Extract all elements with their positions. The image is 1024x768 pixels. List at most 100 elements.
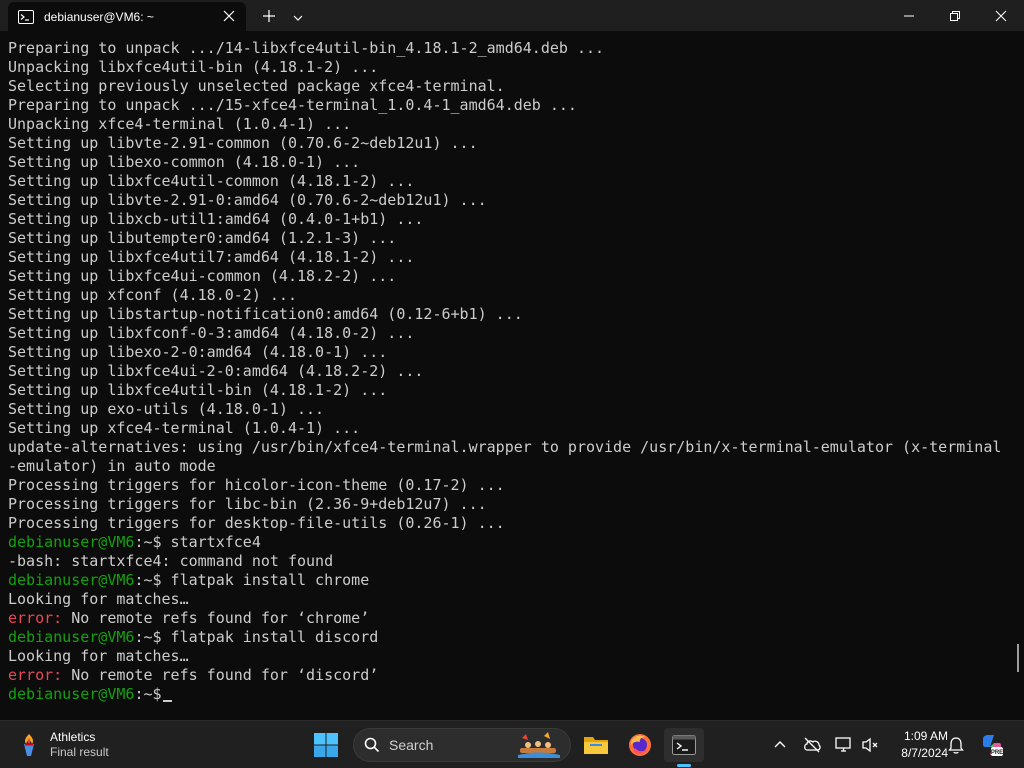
terminal-text: Setting up libvte-2.91-common (0.70.6-2~… — [8, 134, 478, 152]
terminal-app-button[interactable] — [664, 728, 704, 762]
terminal-text: Processing triggers for hicolor-icon-the… — [8, 476, 505, 494]
terminal-text: Setting up libvte-2.91-0:amd64 (0.70.6-2… — [8, 191, 487, 209]
terminal-line: Looking for matches… — [8, 590, 1024, 609]
terminal-line: Setting up libxfce4ui-common (4.18.2-2) … — [8, 267, 1024, 286]
terminal-line: Setting up xfce4-terminal (1.0.4-1) ... — [8, 419, 1024, 438]
terminal-text: update-alternatives: using /usr/bin/xfce… — [8, 438, 1002, 456]
maximize-button[interactable] — [932, 0, 978, 31]
terminal-tab[interactable]: debianuser@VM6: ~ — [8, 2, 246, 31]
terminal-text: Setting up libexo-common (4.18.0-1) ... — [8, 153, 361, 171]
close-window-button[interactable] — [978, 0, 1024, 31]
terminal-cursor — [162, 700, 172, 702]
prompt-user-host: debianuser@VM6 — [8, 533, 135, 551]
prompt-user-host: debianuser@VM6 — [8, 571, 135, 589]
terminal-line: Unpacking xfce4-terminal (1.0.4-1) ... — [8, 115, 1024, 134]
terminal-line: Setting up libexo-2-0:amd64 (4.18.0-1) .… — [8, 343, 1024, 362]
new-tab-icon[interactable] — [262, 8, 276, 22]
terminal-line: Setting up libxfce4util-common (4.18.1-2… — [8, 172, 1024, 191]
terminal-line: Selecting previously unselected package … — [8, 77, 1024, 96]
terminal-text: Unpacking libxfce4util-bin (4.18.1-2) ..… — [8, 58, 379, 76]
terminal-text: Selecting previously unselected package … — [8, 77, 505, 95]
terminal-text: :~$ — [134, 685, 162, 703]
terminal-line: Setting up libxfce4util-bin (4.18.1-2) .… — [8, 381, 1024, 400]
taskbar: Athletics Final result Search 1:09 AM 8/… — [0, 720, 1024, 768]
terminal-output[interactable]: Preparing to unpack .../14-libxfce4util-… — [0, 31, 1024, 720]
terminal-text: Unpacking xfce4-terminal (1.0.4-1) ... — [8, 115, 352, 133]
terminal-line: Setting up libexo-common (4.18.0-1) ... — [8, 153, 1024, 172]
terminal-icon — [18, 9, 34, 24]
terminal-line: Setting up libxfce4ui-2-0:amd64 (4.18.2-… — [8, 362, 1024, 381]
terminal-line: Processing triggers for desktop-file-uti… — [8, 514, 1024, 533]
terminal-text: Setting up libxfce4util7:amd64 (4.18.1-2… — [8, 248, 415, 266]
torch-icon — [24, 734, 34, 756]
terminal-text: Setting up libexo-2-0:amd64 (4.18.0-1) .… — [8, 343, 388, 361]
terminal-line: debianuser@VM6:~$ flatpak install discor… — [8, 628, 1024, 647]
cloud-offline-icon[interactable] — [802, 735, 822, 755]
terminal-icon — [672, 735, 696, 755]
notification-bell-icon[interactable] — [946, 735, 966, 755]
error-label: error: — [8, 666, 63, 684]
terminal-line: Looking for matches… — [8, 647, 1024, 666]
terminal-text: No remote refs found for ‘chrome’ — [62, 609, 370, 627]
terminal-text: Setting up libstartup-notification0:amd6… — [8, 305, 523, 323]
news-widget[interactable]: Athletics Final result — [18, 729, 109, 761]
terminal-line: Setting up libutempter0:amd64 (1.2.1-3) … — [8, 229, 1024, 248]
search-placeholder: Search — [389, 737, 434, 753]
terminal-line: debianuser@VM6:~$ — [8, 685, 1024, 704]
terminal-line: Setting up libvte-2.91-0:amd64 (0.70.6-2… — [8, 191, 1024, 210]
display-icon[interactable] — [834, 735, 854, 755]
widget-subtitle: Final result — [50, 745, 109, 759]
error-label: error: — [8, 609, 63, 627]
terminal-line: -bash: startxfce4: command not found — [8, 552, 1024, 571]
speaker-muted-icon[interactable] — [860, 735, 880, 755]
terminal-text: No remote refs found for ‘discord’ — [62, 666, 379, 684]
terminal-line: Setting up libvte-2.91-common (0.70.6-2~… — [8, 134, 1024, 153]
terminal-line: Setting up libxcb-util1:amd64 (0.4.0-1+b… — [8, 210, 1024, 229]
minimize-button[interactable] — [886, 0, 932, 31]
close-icon — [995, 10, 1007, 21]
terminal-line: update-alternatives: using /usr/bin/xfce… — [8, 438, 1024, 457]
terminal-line: Setting up libxfce4util7:amd64 (4.18.1-2… — [8, 248, 1024, 267]
start-button[interactable] — [313, 732, 339, 758]
tab-title: debianuser@VM6: ~ — [44, 9, 154, 24]
terminal-text: -bash: startxfce4: command not found — [8, 552, 334, 570]
terminal-line: error: No remote refs found for ‘chrome’ — [8, 609, 1024, 628]
windows-logo-icon — [314, 733, 338, 757]
terminal-text: Setting up libxfce4util-common (4.18.1-2… — [8, 172, 415, 190]
terminal-text: Preparing to unpack .../15-xfce4-termina… — [8, 96, 577, 114]
close-tab-icon[interactable] — [222, 9, 236, 23]
chevron-down-icon[interactable] — [292, 9, 304, 21]
terminal-line: Setting up libstartup-notification0:amd6… — [8, 305, 1024, 324]
minimize-icon — [904, 15, 914, 16]
system-clock[interactable]: 1:09 AM 8/7/2024 — [886, 728, 948, 762]
scrollbar-thumb[interactable] — [1017, 644, 1019, 672]
terminal-line: debianuser@VM6:~$ startxfce4 — [8, 533, 1024, 552]
firefox-icon — [629, 734, 651, 756]
prompt-user-host: debianuser@VM6 — [8, 628, 135, 646]
chevron-up-icon[interactable] — [770, 735, 790, 755]
maximize-icon — [950, 10, 960, 21]
terminal-text: :~$ startxfce4 — [134, 533, 261, 551]
terminal-text: :~$ flatpak install discord — [134, 628, 379, 646]
clock-date: 8/7/2024 — [901, 746, 948, 760]
copilot-icon[interactable]: PRE — [980, 733, 1004, 757]
terminal-text: Setting up libxfconf-0-3:amd64 (4.18.0-2… — [8, 324, 415, 342]
title-bar: debianuser@VM6: ~ — [0, 0, 1024, 31]
taskbar-search[interactable]: Search — [353, 728, 571, 762]
terminal-text: :~$ flatpak install chrome — [134, 571, 370, 589]
terminal-line: -emulator) in auto mode — [8, 457, 1024, 476]
terminal-line: debianuser@VM6:~$ flatpak install chrome — [8, 571, 1024, 590]
terminal-text: Processing triggers for desktop-file-uti… — [8, 514, 505, 532]
terminal-line: Setting up xfconf (4.18.0-2) ... — [8, 286, 1024, 305]
terminal-line: Preparing to unpack .../15-xfce4-termina… — [8, 96, 1024, 115]
terminal-line: Processing triggers for libc-bin (2.36-9… — [8, 495, 1024, 514]
widget-title: Athletics — [50, 730, 96, 744]
file-explorer-button[interactable] — [576, 728, 616, 762]
terminal-text: Looking for matches… — [8, 647, 189, 665]
terminal-line: Unpacking libxfce4util-bin (4.18.1-2) ..… — [8, 58, 1024, 77]
terminal-text: Setting up libxfce4ui-common (4.18.2-2) … — [8, 267, 397, 285]
terminal-line: Setting up exo-utils (4.18.0-1) ... — [8, 400, 1024, 419]
active-app-indicator — [677, 764, 691, 767]
firefox-button[interactable] — [620, 728, 660, 762]
svg-text:PRE: PRE — [991, 750, 1003, 756]
